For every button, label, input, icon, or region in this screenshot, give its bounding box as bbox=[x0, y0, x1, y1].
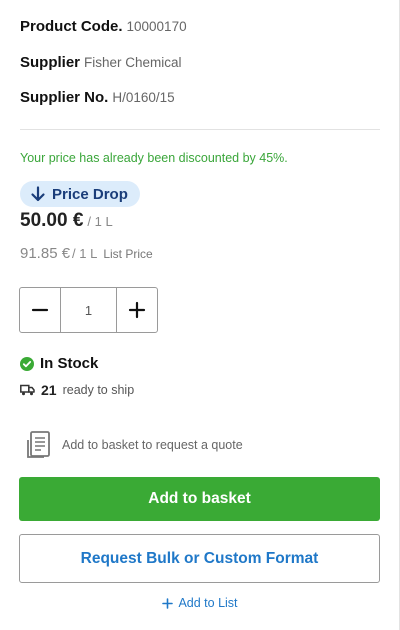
supplier-label: Supplier bbox=[20, 54, 81, 71]
product-code-value: 10000170 bbox=[126, 19, 187, 34]
ready-text: ready to ship bbox=[62, 383, 135, 397]
price-unit: / 1 L bbox=[87, 214, 113, 229]
quantity-stepper: 1 bbox=[19, 287, 158, 333]
product-purchase-panel: Product Code. 10000170 Supplier Fisher Che… bbox=[0, 0, 400, 630]
price-drop-label: Price Drop bbox=[52, 185, 128, 203]
request-bulk-button[interactable]: Request Bulk or Custom Format bbox=[19, 534, 380, 583]
arrow-down-icon bbox=[31, 186, 45, 202]
supplier-no-value: H/0160/15 bbox=[112, 90, 175, 105]
receipt-icon bbox=[27, 431, 50, 458]
quote-text: Add to basket to request a quote bbox=[62, 438, 243, 452]
supplier-no-row: Supplier No. H/0160/15 bbox=[20, 89, 175, 107]
truck-icon bbox=[20, 384, 35, 396]
list-price: 91.85 €/ 1 L List Price bbox=[20, 245, 153, 263]
increment-button[interactable] bbox=[117, 288, 157, 332]
ready-to-ship: 21 ready to ship bbox=[20, 382, 134, 398]
supplier-value: Fisher Chemical bbox=[84, 55, 182, 70]
add-to-list-label: Add to List bbox=[178, 596, 238, 610]
stock-status: In Stock bbox=[20, 355, 98, 372]
decrement-button[interactable] bbox=[20, 288, 60, 332]
product-code-label: Product Code. bbox=[20, 18, 123, 35]
minus-icon bbox=[31, 308, 49, 312]
stock-status-label: In Stock bbox=[40, 355, 99, 372]
plus-icon bbox=[162, 597, 174, 609]
check-circle-icon bbox=[20, 356, 34, 371]
divider bbox=[20, 129, 380, 130]
price-amount: 50.00 € bbox=[20, 210, 84, 231]
list-price-amount: 91.85 € bbox=[20, 245, 71, 262]
supplier-row: Supplier Fisher Chemical bbox=[20, 54, 182, 72]
plus-icon bbox=[128, 301, 146, 319]
supplier-no-label: Supplier No. bbox=[20, 89, 109, 106]
ready-count: 21 bbox=[41, 382, 57, 398]
current-price: 50.00 €/ 1 L bbox=[20, 210, 113, 232]
discount-note: Your price has already been discounted b… bbox=[20, 151, 288, 165]
quantity-input[interactable]: 1 bbox=[60, 288, 117, 332]
add-to-list-link[interactable]: Add to List bbox=[0, 596, 400, 610]
product-code-row: Product Code. 10000170 bbox=[20, 18, 187, 36]
list-price-unit: / 1 L bbox=[72, 246, 98, 261]
quote-hint: Add to basket to request a quote bbox=[26, 430, 243, 460]
add-to-basket-button[interactable]: Add to basket bbox=[19, 477, 380, 521]
price-drop-badge: Price Drop bbox=[20, 181, 140, 207]
list-price-label: List Price bbox=[103, 247, 153, 261]
